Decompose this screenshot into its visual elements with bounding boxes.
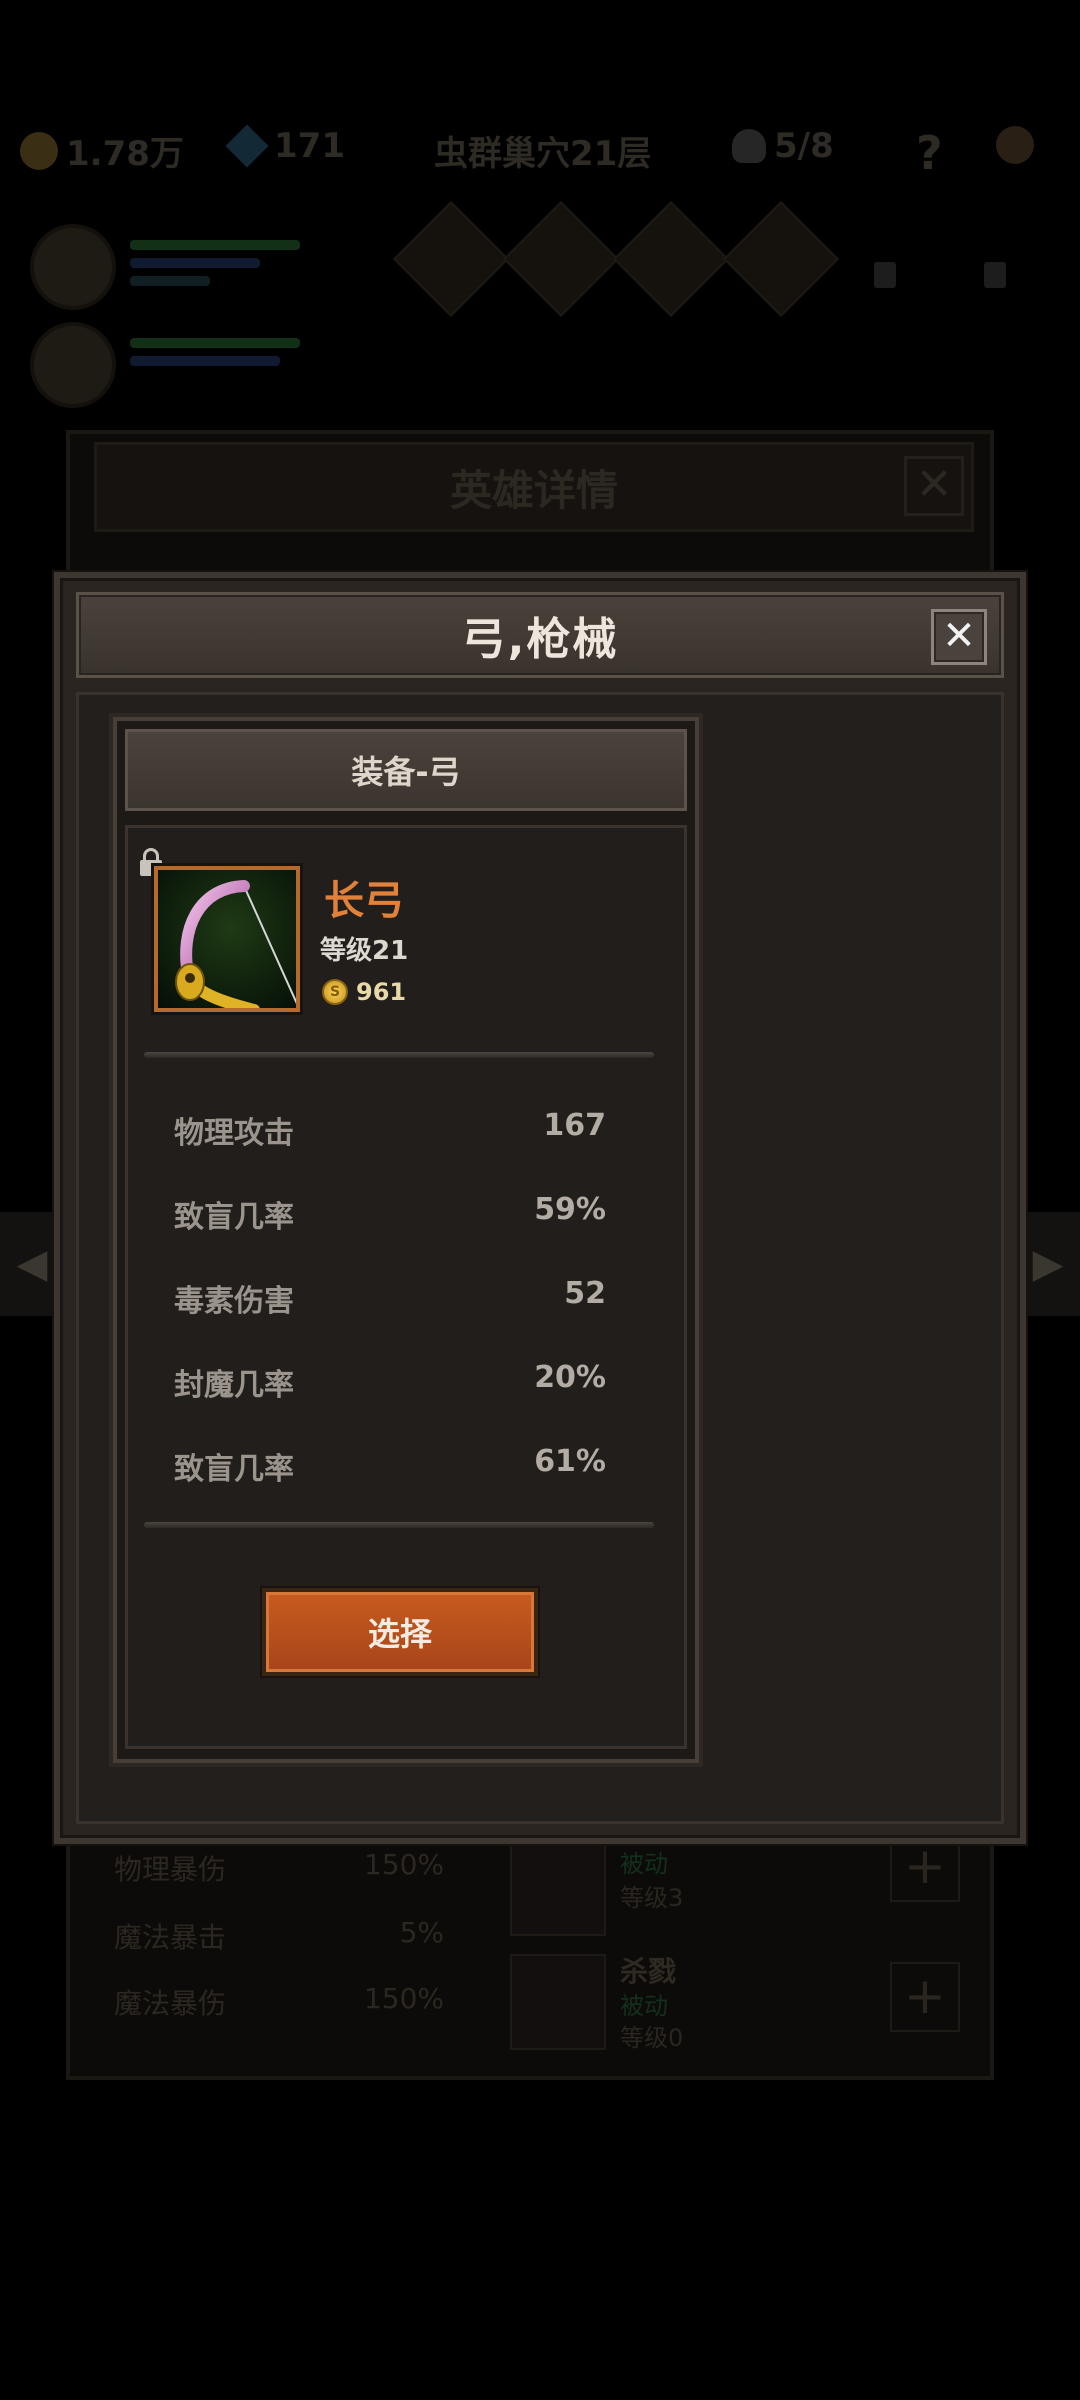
skill-row: 被动 等级3 + — [510, 1832, 980, 1942]
stat-name: 封魔几率 — [174, 1368, 294, 1403]
modal-header: 弓,枪械 ✕ — [76, 592, 1004, 678]
skull-counter: 5/8 — [732, 126, 834, 166]
gold-coin-icon: S — [322, 979, 348, 1005]
modal-title: 弓,枪械 — [461, 614, 619, 665]
stat-value: 52 — [564, 1276, 606, 1311]
equipment-modal: 弓,枪械 ✕ 装备-弓 长弓 等级21 S 961 物理攻击 167 致盲几率 … — [54, 572, 1026, 1844]
stat-value: 20% — [534, 1360, 606, 1395]
stat-row: 魔法暴伤 150% — [114, 1982, 444, 2020]
skill-row: 杀戮 被动 等级0 + — [510, 1946, 980, 2056]
modal-body: 装备-弓 长弓 等级21 S 961 物理攻击 167 致盲几率 59% 毒素伤… — [76, 692, 1004, 1824]
close-icon[interactable]: ✕ — [904, 456, 964, 516]
panel-title: 英雄详情 — [94, 442, 974, 532]
hero-row[interactable] — [20, 322, 320, 412]
stat-row: 封魔几率 20% — [174, 1360, 606, 1404]
arrow-skill-icon — [510, 1840, 606, 1936]
gold-counter: 1.78万 — [20, 126, 184, 175]
lock-icon — [984, 262, 1006, 288]
help-button[interactable]: ? — [916, 126, 943, 180]
hero-slot[interactable] — [393, 201, 509, 317]
select-button[interactable]: 选择 — [262, 1588, 538, 1676]
item-price: S 961 — [322, 978, 406, 1006]
item-name: 长弓 — [324, 878, 404, 924]
stat-name: 物理攻击 — [174, 1116, 294, 1151]
hero-slot[interactable] — [723, 201, 839, 317]
stat-name: 致盲几率 — [174, 1200, 294, 1235]
resource-bar: 1.78万 171 虫群巢穴21层 5/8 ? — [0, 118, 1080, 182]
stat-value: 167 — [543, 1108, 606, 1143]
skull-icon — [732, 129, 766, 163]
divider — [144, 1052, 654, 1058]
add-skill-button[interactable]: + — [890, 1962, 960, 2032]
gold-coin-icon — [20, 131, 58, 170]
stat-value: 59% — [534, 1192, 606, 1227]
stat-row: 物理攻击 167 — [174, 1108, 606, 1152]
stat-name: 毒素伤害 — [174, 1284, 294, 1319]
stat-row: 毒素伤害 52 — [174, 1276, 606, 1320]
stat-row: 魔法暴击 5% — [114, 1916, 444, 1954]
card-header: 装备-弓 — [125, 729, 687, 811]
hero-row[interactable] — [20, 224, 320, 314]
stat-value: 61% — [534, 1444, 606, 1479]
card-title: 装备-弓 — [351, 753, 461, 791]
location-label: 虫群巢穴21层 — [434, 134, 652, 174]
gem-counter: 171 — [225, 124, 345, 168]
divider — [144, 1522, 654, 1528]
avatar — [30, 224, 116, 310]
price-value: 961 — [356, 978, 407, 1006]
stat-row: 物理暴伤 150% — [114, 1848, 444, 1886]
lock-icon — [874, 262, 896, 288]
hero-slot[interactable] — [613, 201, 729, 317]
equipment-card: 装备-弓 长弓 等级21 S 961 物理攻击 167 致盲几率 59% 毒素伤… — [109, 713, 703, 1767]
slaughter-skill-icon — [510, 1954, 606, 2050]
longbow-icon — [154, 866, 300, 1012]
stat-name: 致盲几率 — [174, 1452, 294, 1487]
card-content: 长弓 等级21 S 961 物理攻击 167 致盲几率 59% 毒素伤害 52 … — [125, 825, 687, 1749]
menu-icon[interactable] — [996, 126, 1034, 164]
gem-icon — [225, 124, 269, 168]
stat-row: 致盲几率 59% — [174, 1192, 606, 1236]
close-icon[interactable]: ✕ — [931, 609, 987, 665]
item-level: 等级21 — [320, 936, 409, 966]
avatar — [30, 322, 116, 408]
hero-slot[interactable] — [503, 201, 619, 317]
stat-row: 致盲几率 61% — [174, 1444, 606, 1488]
